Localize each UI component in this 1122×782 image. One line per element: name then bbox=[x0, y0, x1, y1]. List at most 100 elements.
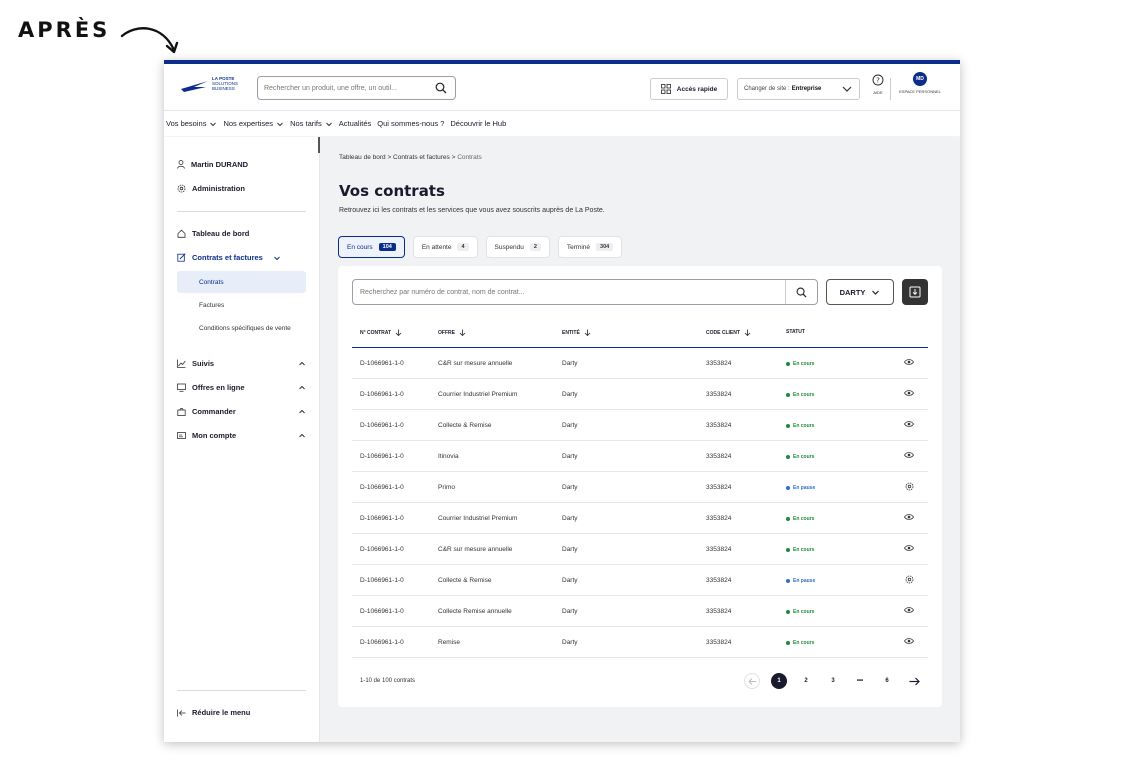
reduce-menu-button[interactable]: Réduire le menu bbox=[177, 708, 250, 717]
svg-text:?: ? bbox=[876, 77, 880, 85]
col-offer-header[interactable]: OFFRE bbox=[438, 329, 466, 336]
sidebar-commander-label: Commander bbox=[192, 407, 236, 416]
curved-arrow-icon bbox=[120, 27, 179, 54]
eye-icon[interactable] bbox=[904, 358, 914, 368]
col-client-header[interactable]: CODE CLIENT bbox=[706, 329, 751, 336]
prev-page-button[interactable] bbox=[744, 673, 760, 689]
tab-count-badge: 104 bbox=[378, 243, 396, 251]
cell-client-code: 3353824 bbox=[706, 360, 732, 367]
nav-item-besoins[interactable]: Vos besoins bbox=[166, 119, 217, 128]
tab-suspendu[interactable]: Suspendu 2 bbox=[485, 236, 550, 258]
site-selector[interactable]: Changer de site : Entreprise bbox=[737, 78, 860, 100]
eye-icon[interactable] bbox=[904, 513, 914, 523]
cell-contract: D-1066961-1-0 bbox=[360, 422, 404, 429]
chevron-up-icon bbox=[299, 361, 305, 365]
cell-entity: Darty bbox=[562, 608, 578, 615]
breadcrumb-contracts-invoices[interactable]: Contrats et factures bbox=[393, 154, 450, 161]
tab-termine[interactable]: Terminé 304 bbox=[557, 236, 623, 258]
sidebar-offres-label: Offres en ligne bbox=[192, 383, 245, 392]
cell-offer: Remise bbox=[438, 639, 461, 646]
sidebar-item-admin[interactable]: Administration bbox=[177, 184, 245, 193]
table-row[interactable]: D-1066961-1-0 Courrier Industriel Premium… bbox=[352, 503, 928, 534]
table-row[interactable]: D-1066961-1-0 Remise Darty 3353824 En cours bbox=[352, 627, 928, 658]
user-icon bbox=[177, 160, 185, 169]
main-content: Tableau de bord > Contrats et factures >… bbox=[320, 137, 960, 742]
gear-icon bbox=[177, 184, 186, 193]
page-button-1[interactable]: 1 bbox=[771, 673, 787, 689]
tab-en-attente[interactable]: En attente 4 bbox=[412, 236, 478, 258]
col-contract-header[interactable]: N° CONTRAT bbox=[360, 329, 402, 336]
eye-icon[interactable] bbox=[904, 420, 914, 430]
tab-label: Suspendu bbox=[494, 243, 524, 251]
contract-search-input[interactable]: Recherchez par numéro de contrat, nom de… bbox=[352, 279, 818, 305]
global-search-input[interactable]: Rechercher un produit, une offre, un out… bbox=[257, 76, 456, 100]
nav-item-hub[interactable]: Découvrir le Hub bbox=[450, 119, 506, 128]
cell-contract: D-1066961-1-0 bbox=[360, 639, 404, 646]
sidebar-item-offres[interactable]: Offres en ligne bbox=[177, 383, 306, 392]
page-button-6[interactable]: 6 bbox=[879, 673, 895, 689]
search-icon[interactable] bbox=[435, 82, 447, 94]
status-tabs: En cours 104 En attente 4 Suspendu 2 Termin… bbox=[338, 236, 623, 258]
contract-search-button[interactable] bbox=[785, 280, 817, 304]
table-row[interactable]: D-1066961-1-0 Collecte & Remise Darty 33538… bbox=[352, 410, 928, 441]
header: LA POSTE SOLUTIONS BUSINESS Rechercher u… bbox=[164, 64, 960, 110]
page-button-2[interactable]: 2 bbox=[798, 673, 814, 689]
personal-space-button[interactable]: MD ESPACE PERSONNEL bbox=[896, 72, 944, 94]
table-row[interactable]: D-1066961-1-0 C&R sur mesure annuelle Dart… bbox=[352, 534, 928, 565]
status-label: En pause bbox=[793, 578, 816, 584]
sidebar-item-compte[interactable]: Mon compte bbox=[177, 431, 306, 440]
settings-icon[interactable] bbox=[905, 575, 914, 586]
eye-icon[interactable] bbox=[904, 544, 914, 554]
next-page-button[interactable] bbox=[906, 673, 922, 689]
table-row[interactable]: D-1066961-1-0 C&R sur mesure annuelle Dart… bbox=[352, 348, 928, 379]
sidebar-item-contracts[interactable]: Contrats et factures bbox=[177, 253, 281, 262]
status-badge: En cours bbox=[786, 547, 814, 553]
table-row[interactable]: D-1066961-1-0 Collecte Remise annuelle Dar… bbox=[352, 596, 928, 627]
la-poste-logo[interactable]: LA POSTE SOLUTIONS BUSINESS bbox=[180, 75, 238, 99]
cell-client-code: 3353824 bbox=[706, 391, 732, 398]
cell-contract: D-1066961-1-0 bbox=[360, 546, 404, 553]
cell-contract: D-1066961-1-0 bbox=[360, 391, 404, 398]
quick-access-button[interactable]: Accès rapide bbox=[650, 78, 728, 100]
sidebar-item-dashboard[interactable]: Tableau de bord bbox=[177, 229, 249, 238]
sidebar-item-suivis[interactable]: Suivis bbox=[177, 359, 306, 368]
cell-offer: Itinovia bbox=[438, 453, 459, 460]
table-row[interactable]: D-1066961-1-0 Itinovia Darty 3353824 En cour… bbox=[352, 441, 928, 472]
sidebar-item-user[interactable]: Martin DURAND bbox=[177, 160, 248, 169]
sidebar-sub-conditions[interactable]: Conditions spécifiques de vente bbox=[177, 324, 306, 334]
eye-icon[interactable] bbox=[904, 637, 914, 647]
eye-icon[interactable] bbox=[904, 451, 914, 461]
eye-icon[interactable] bbox=[904, 606, 914, 616]
status-dot bbox=[786, 579, 790, 583]
chevron-up-icon bbox=[299, 433, 305, 437]
status-dot bbox=[786, 486, 790, 490]
page-button-3[interactable]: 3 bbox=[825, 673, 841, 689]
entity-filter-select[interactable]: DARTY bbox=[826, 279, 894, 305]
collapse-icon bbox=[177, 709, 186, 716]
nav-item-qui-sommes-nous[interactable]: Qui sommes-nous ? bbox=[377, 119, 444, 128]
nav-item-expertises[interactable]: Nos expertises bbox=[223, 119, 284, 128]
status-badge: En cours bbox=[786, 423, 814, 429]
status-label: En cours bbox=[793, 640, 815, 646]
sidebar-sub-invoices[interactable]: Factures bbox=[177, 302, 306, 309]
nav-item-tarifs[interactable]: Nos tarifs bbox=[290, 119, 333, 128]
export-button[interactable] bbox=[902, 279, 928, 305]
edit-document-icon bbox=[177, 253, 186, 262]
table-row[interactable]: D-1066961-1-0 Primo Darty 3353824 En pause bbox=[352, 472, 928, 503]
settings-icon[interactable] bbox=[905, 482, 914, 493]
col-entity-header[interactable]: ENTITÉ bbox=[562, 329, 591, 336]
breadcrumb-dashboard[interactable]: Tableau de bord bbox=[339, 154, 386, 161]
nav-item-actualites[interactable]: Actualités bbox=[339, 119, 372, 128]
help-button[interactable]: ? AIDE bbox=[868, 74, 888, 95]
status-dot bbox=[786, 455, 790, 459]
tab-en-cours[interactable]: En cours 104 bbox=[338, 236, 405, 258]
cell-offer: C&R sur mesure annuelle bbox=[438, 546, 513, 553]
cell-client-code: 3353824 bbox=[706, 453, 732, 460]
sidebar-item-commander[interactable]: Commander bbox=[177, 407, 306, 416]
table-row[interactable]: D-1066961-1-0 Courrier Industriel Premium… bbox=[352, 379, 928, 410]
eye-icon[interactable] bbox=[904, 389, 914, 399]
sidebar-sub-contracts[interactable]: Contrats bbox=[177, 279, 306, 286]
contract-search-placeholder: Recherchez par numéro de contrat, nom de… bbox=[360, 288, 525, 296]
table-row[interactable]: D-1066961-1-0 Collecte & Remise Darty 33538… bbox=[352, 565, 928, 596]
status-label: En cours bbox=[793, 609, 815, 615]
